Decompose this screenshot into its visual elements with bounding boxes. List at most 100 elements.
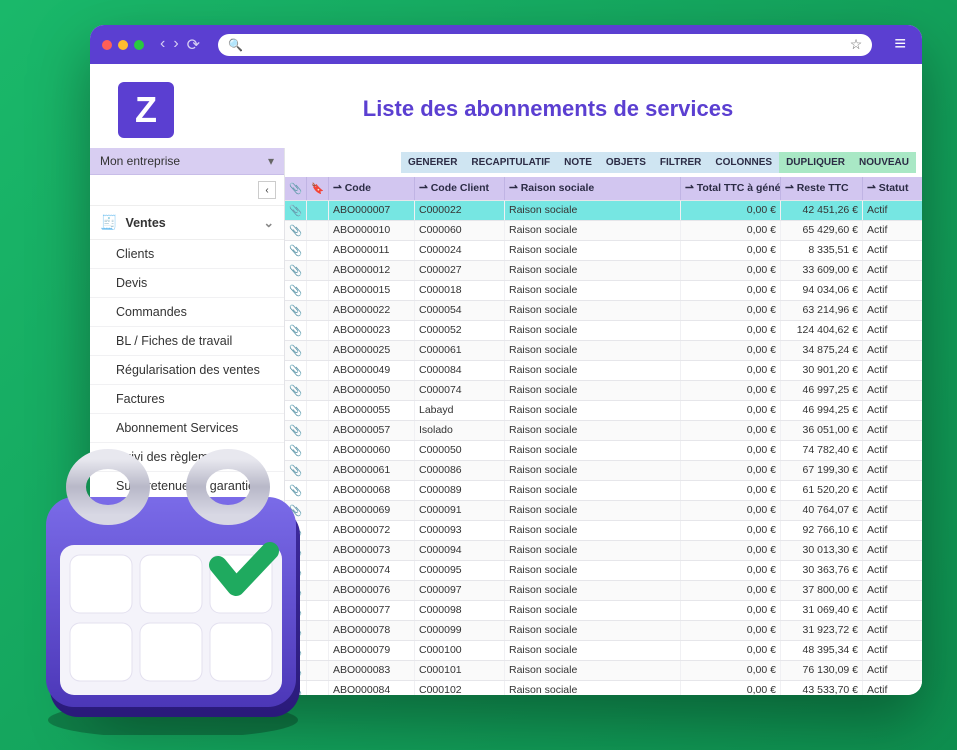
objets-button[interactable]: OBJETS — [599, 152, 653, 173]
cell-statut: Actif — [863, 221, 922, 240]
close-icon[interactable] — [102, 40, 112, 50]
cell-raison: Raison sociale — [505, 401, 681, 420]
dupliquer-button[interactable]: DUPLIQUER — [779, 152, 852, 173]
forward-icon[interactable]: › — [173, 35, 178, 55]
col-total[interactable]: ⇀ Total TTC à génér… — [681, 177, 781, 200]
star-icon[interactable]: ☆ — [850, 36, 863, 53]
note-button[interactable]: NOTE — [557, 152, 599, 173]
table-row[interactable]: 📎ABO000072C000093Raison sociale0,00 €92 … — [285, 521, 922, 541]
nouveau-button[interactable]: NOUVEAU — [852, 152, 916, 173]
cell-total: 0,00 € — [681, 681, 781, 695]
cell-raison: Raison sociale — [505, 341, 681, 360]
table-row[interactable]: 📎ABO000057IsoladoRaison sociale0,00 €36 … — [285, 421, 922, 441]
clip-icon: 📎 — [285, 421, 307, 440]
sidebar-section-ventes[interactable]: 🧾 Ventes ⌄ — [90, 206, 284, 240]
table-row[interactable]: 📎ABO000022C000054Raison sociale0,00 €63 … — [285, 301, 922, 321]
sidebar-item-5[interactable]: Factures — [90, 385, 284, 414]
maximize-icon[interactable] — [134, 40, 144, 50]
cell-client: C000027 — [415, 261, 505, 280]
table-row[interactable]: 📎ABO000049C000084Raison sociale0,00 €30 … — [285, 361, 922, 381]
table-row[interactable]: 📎ABO000023C000052Raison sociale0,00 €124… — [285, 321, 922, 341]
table-row[interactable]: 📎ABO000011C000024Raison sociale0,00 €8 3… — [285, 241, 922, 261]
clip-icon: 📎 — [285, 261, 307, 280]
table-row[interactable]: 📎ABO000060C000050Raison sociale0,00 €74 … — [285, 441, 922, 461]
cell-raison: Raison sociale — [505, 581, 681, 600]
reload-icon[interactable]: ⟳ — [187, 35, 200, 55]
sidebar-item-1[interactable]: Devis — [90, 269, 284, 298]
cell-code: ABO000011 — [329, 241, 415, 260]
cell-raison: Raison sociale — [505, 361, 681, 380]
app-logo: Z — [118, 82, 174, 138]
recapitulatif-button[interactable]: RECAPITULATIF — [464, 152, 557, 173]
cell-reste: 65 429,60 € — [781, 221, 863, 240]
cell-statut: Actif — [863, 541, 922, 560]
table-row[interactable]: 📎ABO000012C000027Raison sociale0,00 €33 … — [285, 261, 922, 281]
table-row[interactable]: 📎ABO000074C000095Raison sociale0,00 €30 … — [285, 561, 922, 581]
table-row[interactable]: 📎ABO000007C000022Raison sociale0,00 €42 … — [285, 201, 922, 221]
tag-cell — [307, 341, 329, 360]
table-row[interactable]: 📎ABO000083C000101Raison sociale0,00 €76 … — [285, 661, 922, 681]
col-code[interactable]: ⇀ Code — [329, 177, 415, 200]
table-body[interactable]: 📎ABO000007C000022Raison sociale0,00 €42 … — [285, 201, 922, 695]
table-row[interactable]: 📎ABO000077C000098Raison sociale0,00 €31 … — [285, 601, 922, 621]
sidebar-item-0[interactable]: Clients — [90, 240, 284, 269]
cell-code: ABO000077 — [329, 601, 415, 620]
cell-total: 0,00 € — [681, 221, 781, 240]
browser-titlebar: ‹ › ⟳ 🔍 ☆ ≡ — [90, 25, 922, 64]
cell-code: ABO000072 — [329, 521, 415, 540]
table-row[interactable]: 📎ABO000079C000100Raison sociale0,00 €48 … — [285, 641, 922, 661]
cell-client: C000086 — [415, 461, 505, 480]
table-row[interactable]: 📎ABO000084C000102Raison sociale0,00 €43 … — [285, 681, 922, 695]
cell-code: ABO000060 — [329, 441, 415, 460]
sidebar-item-7[interactable]: Suivi des règlements — [90, 443, 284, 472]
clip-icon: 📎 — [285, 301, 307, 320]
generer-button[interactable]: GENERER — [401, 152, 464, 173]
table-row[interactable]: 📎ABO000015C000018Raison sociale0,00 €94 … — [285, 281, 922, 301]
cell-raison: Raison sociale — [505, 481, 681, 500]
table-row[interactable]: 📎ABO000061C000086Raison sociale0,00 €67 … — [285, 461, 922, 481]
col-clip[interactable]: 📎 — [285, 177, 307, 200]
cell-client: C000093 — [415, 521, 505, 540]
cell-reste: 43 533,70 € — [781, 681, 863, 695]
minimize-icon[interactable] — [118, 40, 128, 50]
colonnes-button[interactable]: COLONNES — [708, 152, 779, 173]
col-tag[interactable]: 🔖 — [307, 177, 329, 200]
filtrer-button[interactable]: FILTRER — [653, 152, 708, 173]
clip-icon: 📎 — [285, 541, 307, 560]
col-statut[interactable]: ⇀ Statut — [863, 177, 922, 200]
cell-statut: Actif — [863, 621, 922, 640]
sidebar-item-6[interactable]: Abonnement Services — [90, 414, 284, 443]
col-raison[interactable]: ⇀ Raison sociale — [505, 177, 681, 200]
cell-raison: Raison sociale — [505, 621, 681, 640]
table-row[interactable]: 📎ABO000010C000060Raison sociale0,00 €65 … — [285, 221, 922, 241]
clip-icon: 📎 — [285, 381, 307, 400]
sidebar-item-4[interactable]: Régularisation des ventes — [90, 356, 284, 385]
sidebar-item-8[interactable]: Suivi retenue de garantie — [90, 472, 284, 501]
section-label: Ventes — [125, 216, 165, 230]
address-bar[interactable]: 🔍 ☆ — [218, 34, 872, 56]
cell-reste: 33 609,00 € — [781, 261, 863, 280]
back-icon[interactable]: ‹ — [160, 35, 165, 55]
collapse-sidebar-button[interactable]: ‹ — [258, 181, 276, 199]
cell-statut: Actif — [863, 261, 922, 280]
cell-reste: 37 800,00 € — [781, 581, 863, 600]
table-row[interactable]: 📎ABO000076C000097Raison sociale0,00 €37 … — [285, 581, 922, 601]
sidebar-item-2[interactable]: Commandes — [90, 298, 284, 327]
table-row[interactable]: 📎ABO000068C000089Raison sociale0,00 €61 … — [285, 481, 922, 501]
table-row[interactable]: 📎ABO000025C000061Raison sociale0,00 €34 … — [285, 341, 922, 361]
col-reste[interactable]: ⇀ Reste TTC — [781, 177, 863, 200]
table-row[interactable]: 📎ABO000078C000099Raison sociale0,00 €31 … — [285, 621, 922, 641]
company-selector[interactable]: Mon entreprise — [90, 148, 284, 175]
hamburger-menu-icon[interactable]: ≡ — [890, 33, 910, 56]
cell-total: 0,00 € — [681, 641, 781, 660]
cell-total: 0,00 € — [681, 501, 781, 520]
table-row[interactable]: 📎ABO000073C000094Raison sociale0,00 €30 … — [285, 541, 922, 561]
cell-statut: Actif — [863, 661, 922, 680]
col-client[interactable]: ⇀ Code Client — [415, 177, 505, 200]
table-row[interactable]: 📎ABO000050C000074Raison sociale0,00 €46 … — [285, 381, 922, 401]
cell-raison: Raison sociale — [505, 221, 681, 240]
sidebar-item-3[interactable]: BL / Fiches de travail — [90, 327, 284, 356]
cell-raison: Raison sociale — [505, 201, 681, 220]
table-row[interactable]: 📎ABO000069C000091Raison sociale0,00 €40 … — [285, 501, 922, 521]
table-row[interactable]: 📎ABO000055LabaydRaison sociale0,00 €46 9… — [285, 401, 922, 421]
